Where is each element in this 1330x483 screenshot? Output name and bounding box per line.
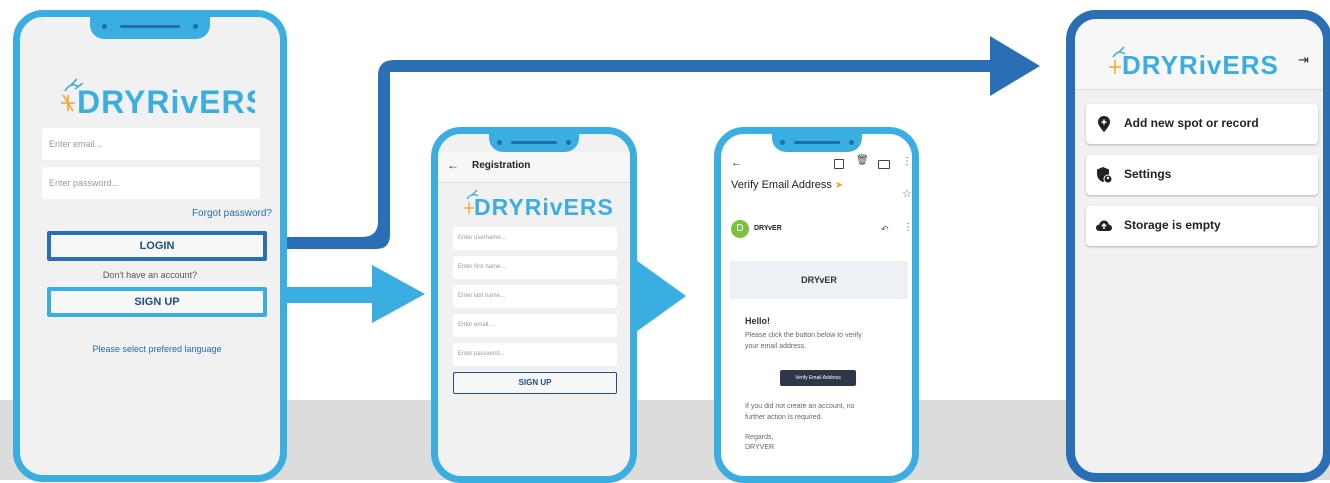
logo-text: DRYRivERS bbox=[1122, 50, 1279, 80]
home-phone: DRYRivERS ⇥ Add new spot or record Setti… bbox=[1066, 10, 1330, 482]
first-name-input[interactable]: Enter first name... bbox=[453, 256, 617, 279]
email-banner: DRYvER bbox=[730, 261, 908, 299]
logo-text: DRYRivERS bbox=[474, 194, 614, 220]
sender-avatar: D bbox=[731, 220, 749, 238]
app-logo: DRYRivERS bbox=[1105, 43, 1285, 83]
phone-notch bbox=[90, 17, 210, 39]
sender-name: DRYvER bbox=[754, 225, 782, 232]
forgot-password-link[interactable]: Forgot password? bbox=[192, 208, 272, 219]
add-spot-menu-item[interactable]: Add new spot or record bbox=[1086, 104, 1318, 144]
app-logo: DRYRivERS bbox=[460, 186, 620, 222]
registration-phone: ← Registration DRYRivERS Enter username.… bbox=[431, 127, 637, 483]
email-body-line2: your email address. bbox=[745, 343, 807, 350]
app-logo: DRYRivERS bbox=[55, 73, 255, 123]
registration-title: Registration bbox=[472, 160, 531, 171]
phone-notch bbox=[489, 134, 579, 152]
menu-item-label: Settings bbox=[1124, 167, 1172, 181]
settings-menu-item[interactable]: Settings bbox=[1086, 155, 1318, 195]
last-name-input[interactable]: Enter last name... bbox=[453, 285, 617, 308]
important-marker-icon: ➤ bbox=[834, 180, 844, 191]
more-vert-icon[interactable]: ⋮ bbox=[902, 156, 912, 167]
register-to-email-arrow bbox=[636, 260, 686, 332]
banner-title: DRYvER bbox=[801, 275, 837, 285]
login-phone: DRYRivERS Enter email... Enter password.… bbox=[13, 10, 287, 482]
logout-icon[interactable]: ⇥ bbox=[1298, 52, 1309, 68]
mail-icon[interactable] bbox=[878, 160, 890, 169]
email-greeting: Hello! bbox=[745, 316, 771, 326]
more-vert-icon[interactable]: ⋮ bbox=[903, 222, 912, 233]
email-input[interactable]: Enter email... bbox=[453, 314, 617, 337]
phone-notch bbox=[771, 134, 862, 152]
reply-icon[interactable]: ↶ bbox=[881, 224, 889, 235]
email-subject: Verify Email Address ➤ bbox=[731, 179, 844, 191]
login-button[interactable]: LOGIN bbox=[47, 231, 267, 261]
back-arrow-icon[interactable]: ← bbox=[447, 158, 459, 172]
password-input[interactable]: Enter password... bbox=[453, 343, 617, 366]
email-regards: Regards, bbox=[745, 434, 774, 441]
logo-text: DRYRivERS bbox=[77, 84, 255, 120]
star-icon[interactable]: ☆ bbox=[902, 187, 912, 200]
delete-icon[interactable]: 🗑 bbox=[856, 155, 869, 166]
no-account-text: Don't have an account? bbox=[102, 270, 198, 280]
signup-button[interactable]: SIGN UP bbox=[453, 372, 617, 394]
signup-button[interactable]: SIGN UP bbox=[47, 287, 267, 317]
email-phone: ← 🗑 ⋮ Verify Email Address ➤ ☆ D DRYvER … bbox=[714, 127, 919, 483]
language-link[interactable]: Please select prefered language bbox=[20, 344, 280, 354]
registration-appbar: ← Registration bbox=[438, 152, 630, 183]
back-arrow-icon[interactable]: ← bbox=[731, 157, 742, 169]
username-input[interactable]: Enter username... bbox=[453, 227, 617, 250]
email-footer-line2: further action is required. bbox=[745, 414, 823, 421]
login-to-home-arrow bbox=[250, 36, 1040, 249]
map-pin-plus-icon bbox=[1098, 116, 1110, 132]
cloud-upload-icon bbox=[1096, 220, 1112, 231]
archive-icon[interactable] bbox=[834, 159, 844, 169]
home-header: DRYRivERS ⇥ bbox=[1075, 19, 1323, 90]
email-input[interactable]: Enter email... bbox=[42, 128, 260, 160]
storage-menu-item[interactable]: Storage is empty bbox=[1086, 206, 1318, 246]
email-body-line1: Please click the button below to verify bbox=[745, 332, 862, 339]
shield-user-icon bbox=[1097, 167, 1113, 184]
menu-item-label: Storage is empty bbox=[1124, 218, 1221, 232]
email-footer-line1: If you did not create an account, no bbox=[745, 403, 855, 410]
verify-email-button[interactable]: Verify Email Address bbox=[780, 370, 856, 386]
email-signature: DRYVER bbox=[745, 444, 775, 451]
menu-item-label: Add new spot or record bbox=[1124, 116, 1259, 130]
password-input[interactable]: Enter password... bbox=[42, 167, 260, 199]
